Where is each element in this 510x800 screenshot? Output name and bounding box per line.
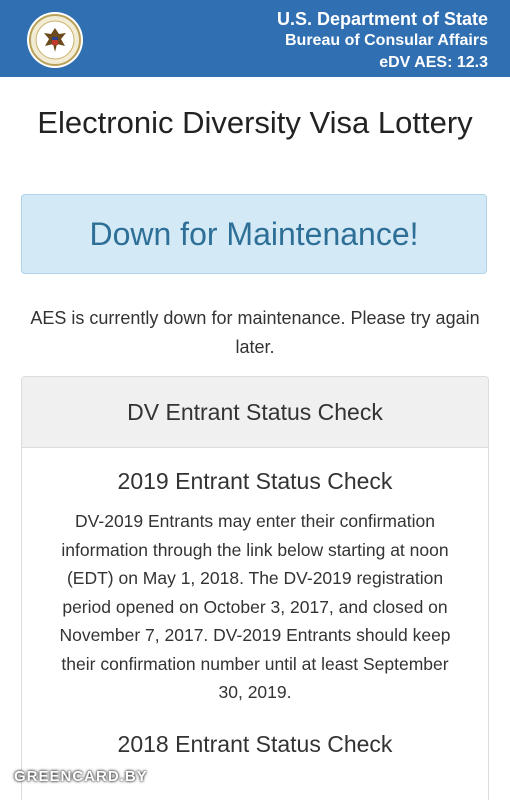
page: U.S. Department of State Bureau of Consu… [0,0,510,800]
bureau-name: Bureau of Consular Affairs [285,32,488,49]
site-header: U.S. Department of State Bureau of Consu… [0,0,510,77]
section-2019-title: 2019 Entrant Status Check [117,468,393,494]
department-name: U.S. Department of State [276,9,488,29]
maintenance-banner: Down for Maintenance! [21,194,487,274]
watermark: GREENCARD.BY [14,768,148,785]
maintenance-banner-text: Down for Maintenance! [89,215,419,252]
header-text: U.S. Department of State Bureau of Consu… [277,8,488,74]
page-title: Electronic Diversity Visa Lottery [37,105,473,140]
maintenance-notice: AES is currently down for maintenance. P… [30,308,480,357]
status-check-panel: DV Entrant Status Check 2019 Entrant Sta… [21,376,489,800]
department-seal-icon [27,12,83,68]
panel-heading: DV Entrant Status Check [22,377,488,448]
version-label: eDV AES: 12.3 [379,54,488,71]
section-2019-body: DV-2019 Entrants may enter their confirm… [59,511,451,702]
section-2018-title: 2018 Entrant Status Check [117,730,393,757]
